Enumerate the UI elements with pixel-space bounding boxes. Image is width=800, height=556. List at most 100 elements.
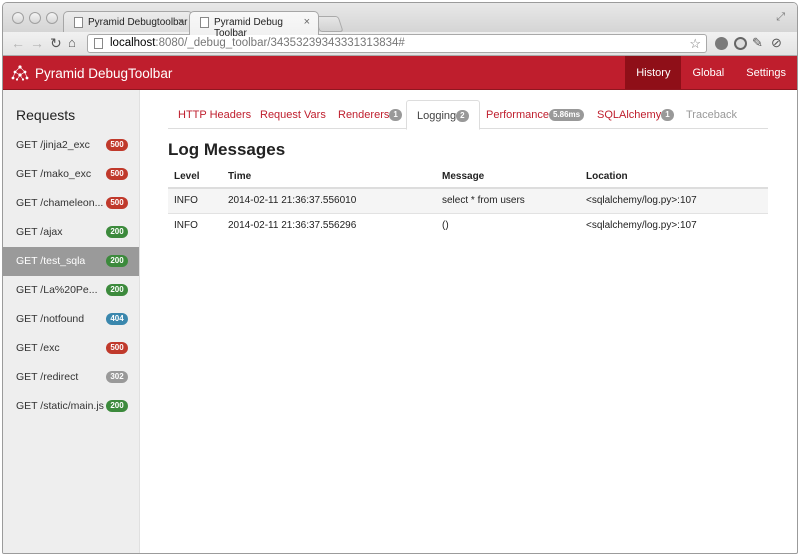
tab-close-icon[interactable]: ×	[304, 16, 310, 28]
sidebar-request-item[interactable]: GET /La%20Pe... 200	[3, 276, 139, 305]
pyramid-logo-icon	[11, 65, 29, 81]
wrench-icon[interactable]: ✎	[752, 35, 763, 51]
request-label: GET /static/main.js	[16, 400, 104, 412]
request-label: GET /notfound	[16, 313, 85, 325]
tab-renderers[interactable]: Renderers 1	[338, 100, 402, 129]
sidebar-request-item[interactable]: GET /test_sqla 200	[3, 247, 139, 276]
tab-count-badge: 1	[661, 109, 674, 121]
page-title: Log Messages	[168, 140, 286, 159]
request-list: GET /jinja2_exc 500 GET /mako_exc 500 GET /c…	[3, 131, 139, 421]
status-badge: 500	[106, 342, 128, 354]
sidebar-request-item[interactable]: GET /ajax 200	[3, 218, 139, 247]
column-header: Message	[436, 166, 580, 189]
menu-icon[interactable]: ⊘	[771, 35, 782, 51]
home-icon[interactable]: ⌂	[68, 35, 76, 51]
main-panel: HTTP Headers Request Vars Renderers 1 Log…	[140, 90, 797, 553]
url-host: localhost	[110, 37, 156, 49]
log-location: <sqlalchemy/log.py>:107	[580, 187, 768, 213]
request-label: GET /test_sqla	[16, 255, 86, 267]
app-header: Pyramid DebugToolbar History Global Sett…	[3, 56, 797, 90]
status-badge: 500	[106, 197, 128, 209]
sidebar-request-item[interactable]: GET /redirect 302	[3, 363, 139, 392]
bookmark-star-icon[interactable]: ☆	[689, 36, 701, 52]
zoom-window-button[interactable]	[46, 12, 58, 24]
sidebar-request-item[interactable]: GET /static/main.js 200	[3, 392, 139, 421]
tab-sqlalchemy[interactable]: SQLAlchemy 1	[597, 100, 674, 129]
tab-request-vars[interactable]: Request Vars	[260, 100, 326, 129]
requests-sidebar: Requests GET /jinja2_exc 500 GET /mako_exc…	[3, 90, 140, 553]
minimize-window-button[interactable]	[29, 12, 41, 24]
request-label: GET /La%20Pe...	[16, 284, 98, 296]
status-badge: 200	[106, 400, 128, 412]
log-message: select * from users	[436, 187, 580, 213]
tab-time-badge: 5.86ms	[548, 109, 585, 121]
settings-icon[interactable]	[734, 37, 747, 50]
sidebar-request-item[interactable]: GET /notfound 404	[3, 305, 139, 334]
browser-tab-active[interactable]: Pyramid Debug Toolbar ×	[189, 11, 319, 39]
fullscreen-icon[interactable]: ⤢	[776, 11, 785, 24]
tab-close-icon[interactable]: ×	[178, 16, 184, 28]
tab-strip: Pyramid Debugtoolbar × Pyramid Debug Too…	[3, 3, 797, 39]
page-icon	[74, 17, 83, 28]
request-label: GET /jinja2_exc	[16, 139, 90, 151]
request-label: GET /redirect	[16, 371, 79, 383]
request-label: GET /exc	[16, 342, 60, 354]
brand[interactable]: Pyramid DebugToolbar	[11, 64, 172, 82]
panel-tabs: HTTP Headers Request Vars Renderers 1 Log…	[168, 100, 768, 130]
tab-label: Performance	[486, 109, 549, 121]
tab-performance[interactable]: Performance 5.86ms	[486, 100, 585, 129]
table-row: INFO 2014-02-11 21:36:37.556010 select *…	[168, 187, 768, 213]
column-header: Level	[168, 166, 222, 189]
nav-global[interactable]: Global	[681, 56, 735, 89]
close-window-button[interactable]	[12, 12, 24, 24]
status-badge: 200	[106, 255, 128, 267]
sidebar-request-item[interactable]: GET /exc 500	[3, 334, 139, 363]
status-badge: 500	[106, 168, 128, 180]
request-label: GET /ajax	[16, 226, 63, 238]
app-nav: History Global Settings	[625, 56, 797, 89]
forward-arrow-icon[interactable]: →	[30, 35, 44, 51]
status-badge: 404	[106, 313, 128, 325]
reload-icon[interactable]: ↻	[50, 35, 62, 51]
browser-tab[interactable]: Pyramid Debugtoolbar ×	[63, 11, 193, 34]
page-icon	[200, 17, 209, 28]
log-level: INFO	[168, 212, 222, 238]
tab-label: Traceback	[686, 109, 737, 121]
log-table: Level Time Message Location INFO 2014-02…	[168, 166, 768, 238]
log-level: INFO	[168, 187, 222, 213]
nav-settings[interactable]: Settings	[735, 56, 797, 89]
tab-label: Request Vars	[260, 109, 326, 121]
back-arrow-icon[interactable]: ←	[11, 35, 25, 51]
browser-toolbar: ← → ↻ ⌂ localhost:8080/_debug_toolbar/34…	[3, 32, 797, 56]
column-header: Time	[222, 166, 436, 189]
tab-logging[interactable]: Logging 2	[406, 100, 480, 130]
tab-http-headers[interactable]: HTTP Headers	[178, 100, 251, 129]
tab-count-badge: 1	[389, 109, 402, 121]
brand-title: Pyramid DebugToolbar	[35, 66, 173, 81]
table-row: INFO 2014-02-11 21:36:37.556296 () <sqla…	[168, 212, 768, 238]
tab-label: SQLAlchemy	[597, 109, 662, 121]
sidebar-request-item[interactable]: GET /jinja2_exc 500	[3, 131, 139, 160]
tab-label: Logging	[417, 110, 457, 122]
column-header: Location	[580, 166, 768, 189]
log-message: ()	[436, 212, 580, 238]
url-text: localhost:8080/_debug_toolbar/3435323934…	[110, 37, 405, 49]
extension-icon[interactable]	[715, 37, 728, 50]
log-time: 2014-02-11 21:36:37.556010	[222, 187, 436, 213]
nav-history[interactable]: History	[625, 56, 682, 89]
sidebar-request-item[interactable]: GET /mako_exc 500	[3, 160, 139, 189]
url-path: :8080/_debug_toolbar/3435323934333131383…	[155, 37, 405, 49]
page-icon	[94, 38, 103, 49]
tab-label: Renderers	[338, 109, 390, 121]
browser-window: Pyramid Debugtoolbar × Pyramid Debug Too…	[2, 2, 798, 554]
tab-count-badge: 2	[456, 110, 469, 122]
status-badge: 200	[106, 226, 128, 238]
browser-tab-title: Pyramid Debugtoolbar	[88, 17, 188, 28]
table-header-row: Level Time Message Location	[168, 166, 768, 189]
sidebar-title: Requests	[16, 107, 76, 123]
sidebar-request-item[interactable]: GET /chameleon... 500	[3, 189, 139, 218]
tab-traceback[interactable]: Traceback	[686, 100, 737, 129]
log-location: <sqlalchemy/log.py>:107	[580, 212, 768, 238]
log-time: 2014-02-11 21:36:37.556296	[222, 212, 436, 238]
address-bar[interactable]: localhost:8080/_debug_toolbar/3435323934…	[87, 34, 707, 53]
